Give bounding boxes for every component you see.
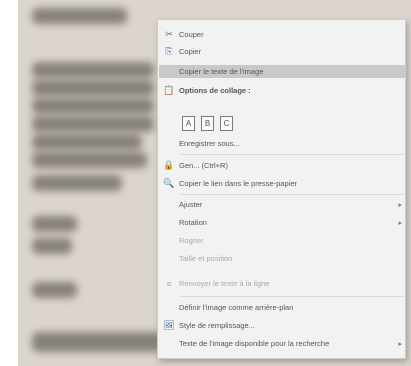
image-icon: 🖼 — [163, 320, 175, 330]
menu-item-label: Définir l'image comme arrière-plan — [179, 303, 294, 312]
menu-item-save-as[interactable]: Enregistrer sous... — [159, 137, 405, 150]
menu-item-label: Copier le texte de l'image — [179, 67, 264, 76]
menu-item-cut[interactable]: ✂ Couper — [159, 28, 405, 41]
menu-separator — [180, 154, 404, 155]
wrap-icon: ≡ — [166, 278, 172, 289]
menu-item-label: Copier le lien dans le presse-papier — [179, 179, 297, 188]
copy-icon: ⎘ — [165, 46, 173, 56]
paste-option-keep-formatting[interactable]: A — [182, 116, 195, 131]
paste-options-group: A B C — [182, 116, 233, 134]
menu-item-copy-link[interactable]: 🔍 Copier le lien dans le presse-papier — [159, 177, 405, 190]
paste-icon: 📋 — [163, 85, 175, 95]
paste-option-merge-formatting[interactable]: B — [201, 116, 214, 131]
menu-item-label: Ajuster — [179, 200, 203, 209]
menu-item-label: Gen... (Ctrl+R) — [179, 161, 228, 170]
paste-option-text-only[interactable]: C — [220, 116, 233, 131]
menu-item-generate[interactable]: 🔒 Gen... (Ctrl+R) — [159, 159, 405, 172]
menu-item-set-background[interactable]: Définir l'image comme arrière-plan — [159, 301, 405, 314]
context-menu: ✂ Couper ⎘ Copier Copier le texte de l'i… — [157, 19, 406, 359]
menu-separator — [180, 296, 404, 297]
menu-item-copy[interactable]: ⎘ Copier — [159, 45, 405, 58]
scissors-icon: ✂ — [165, 29, 173, 39]
menu-item-label: Copier — [179, 47, 202, 56]
menu-item-searchable-image-text[interactable]: Texte de l'image disponible pour la rech… — [159, 337, 405, 350]
chevron-right-icon: ▸ — [398, 340, 402, 348]
menu-item-label: Couper — [179, 30, 204, 39]
menu-item-copy-image-text[interactable]: Copier le texte de l'image — [159, 65, 405, 78]
menu-item-label: Options de collage : — [179, 86, 251, 95]
menu-item-fill-style[interactable]: 🖼 Style de remplissage... — [159, 319, 405, 332]
menu-item-label: Taille et position — [179, 254, 233, 263]
menu-separator — [180, 194, 404, 195]
lock-icon: 🔒 — [163, 160, 175, 170]
menu-item-size-position[interactable]: Taille et position — [159, 252, 405, 265]
menu-item-rotation[interactable]: Rotation ▸ — [159, 216, 405, 229]
chevron-right-icon: ▸ — [398, 201, 402, 209]
menu-item-label: Rotation — [179, 218, 207, 227]
chevron-right-icon: ▸ — [398, 219, 402, 227]
menu-item-label: Enregistrer sous... — [179, 139, 240, 148]
menu-item-paste-options: 📋 Options de collage : — [159, 84, 405, 97]
menu-item-adjust[interactable]: Ajuster ▸ — [159, 198, 405, 211]
menu-item-label: Texte de l'image disponible pour la rech… — [179, 339, 330, 348]
menu-item-label: Rogner — [179, 236, 204, 245]
search-icon: 🔍 — [163, 178, 175, 188]
menu-item-label: Style de remplissage... — [179, 321, 255, 330]
menu-item-crop[interactable]: Rogner — [159, 234, 405, 247]
menu-item-label: Renvoyer le texte à la ligne — [179, 279, 270, 288]
menu-item-wrap-text[interactable]: ≡ Renvoyer le texte à la ligne — [159, 277, 405, 290]
